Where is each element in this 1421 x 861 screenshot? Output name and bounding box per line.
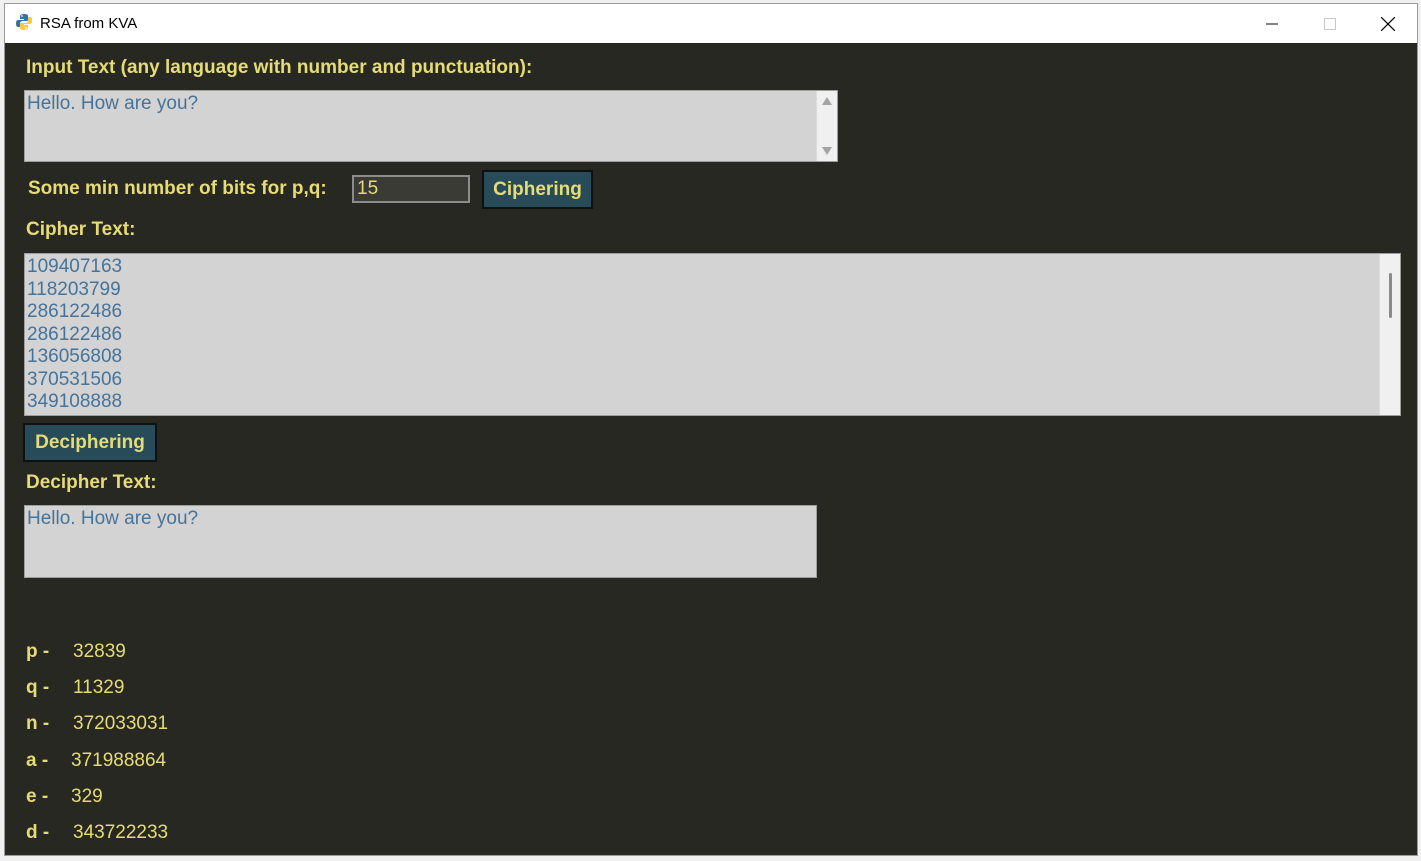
cipher-line: 286122486	[27, 323, 123, 345]
input-text-value: Hello. How are you?	[27, 93, 199, 114]
cipher-scroll-thumb[interactable]	[1389, 273, 1392, 318]
param-key: e -	[26, 785, 49, 807]
python-app-icon	[16, 14, 32, 30]
bits-label: Some min number of bits for p,q:	[28, 178, 327, 199]
cipher-line: 109407163	[27, 256, 123, 277]
cipher-lines: 109407163 118203799 286122486 286122486 1360…	[27, 256, 1398, 414]
param-value: 343722233	[73, 822, 169, 843]
cipher-text-label: Cipher Text:	[26, 219, 136, 240]
main-content: Input Text (any language with number and…	[5, 43, 1417, 855]
cipher-line: 370531506	[27, 368, 123, 390]
cipher-textarea[interactable]: 109407163 118203799 286122486 286122486 1360…	[24, 253, 1401, 416]
decipher-textarea[interactable]: Hello. How are you?	[24, 505, 817, 578]
cipher-line: 136056808	[27, 346, 123, 367]
decipher-text-label: Decipher Text:	[26, 472, 157, 493]
param-value: 371988864	[71, 749, 167, 771]
app-window: RSA from KVA Input Text (any language wi…	[4, 3, 1418, 856]
cipher-line: 118203799	[27, 278, 121, 300]
param-key: p -	[26, 641, 50, 662]
input-textarea[interactable]: Hello. How are you?	[24, 90, 838, 162]
title-bar: RSA from KVA	[5, 4, 1417, 43]
cipher-scrollbar[interactable]	[1379, 254, 1400, 415]
bits-input-value: 15	[357, 178, 379, 199]
close-button[interactable]	[1359, 4, 1417, 43]
minimize-button[interactable]	[1243, 4, 1301, 43]
ciphering-button[interactable]: Ciphering	[482, 170, 593, 209]
maximize-icon	[1324, 17, 1336, 30]
param-key: a -	[26, 749, 49, 771]
cipher-line: 349108888	[27, 391, 123, 412]
param-key: n -	[26, 713, 50, 735]
param-value: 32839	[73, 641, 126, 662]
bits-input[interactable]: 15	[352, 175, 470, 203]
decipher-text-value: Hello. How are you?	[27, 508, 199, 529]
close-icon	[1381, 16, 1395, 31]
scroll-up-arrow-icon[interactable]	[822, 97, 832, 105]
maximize-button[interactable]	[1301, 4, 1359, 43]
param-key: d -	[26, 822, 50, 843]
cipher-line: 286122486	[27, 301, 123, 322]
scroll-down-arrow-icon[interactable]	[822, 147, 832, 155]
input-scrollbar[interactable]	[816, 91, 837, 161]
window-title: RSA from KVA	[40, 15, 138, 32]
param-value: 329	[71, 785, 103, 807]
input-text-label: Input Text (any language with number and…	[26, 57, 533, 78]
deciphering-button[interactable]: Deciphering	[23, 423, 157, 462]
minimize-icon	[1266, 23, 1278, 24]
param-key: q -	[26, 677, 50, 699]
param-value: 372033031	[73, 713, 169, 735]
param-value: 11329	[73, 677, 125, 699]
